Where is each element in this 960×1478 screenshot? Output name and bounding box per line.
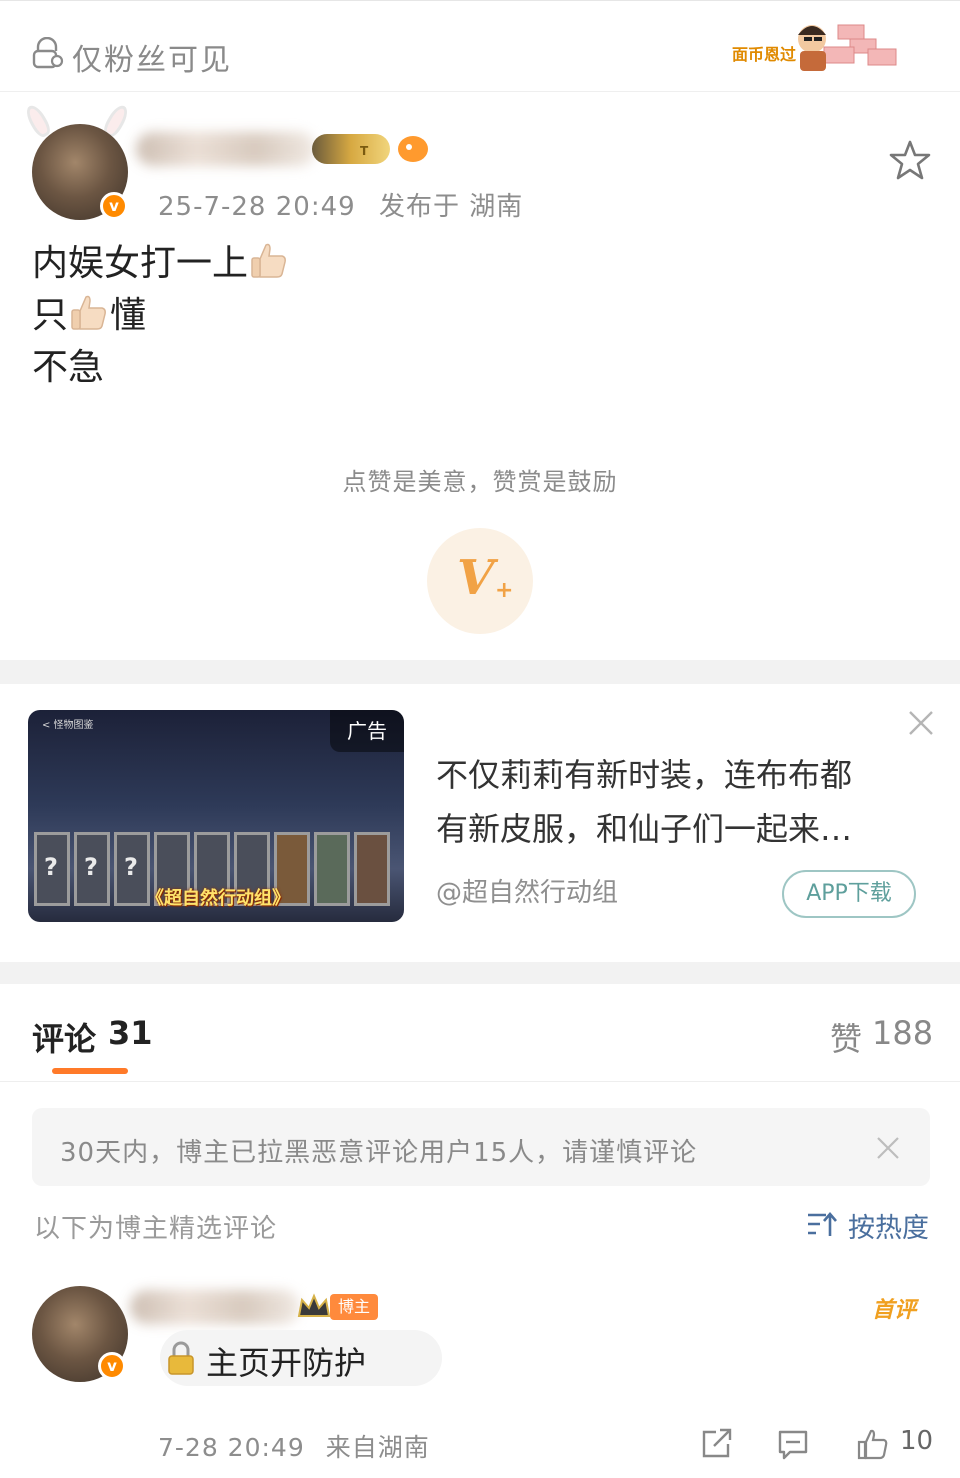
post-timestamp: 25-7-28 20:49	[158, 192, 356, 222]
thumbs-up-emoji-icon	[248, 239, 290, 281]
ad-thumb-topbar: < 怪物图鉴	[42, 720, 94, 731]
panel-mark: ?	[44, 853, 58, 881]
panel-mark: ?	[84, 853, 98, 881]
fans-lock-icon	[32, 37, 64, 69]
post-location: 发布于 湖南	[378, 192, 524, 222]
gallery-panel: ?	[114, 832, 150, 906]
post-line: 内娱女打一上	[32, 238, 290, 290]
section-divider	[0, 962, 960, 984]
verified-badge-icon: v	[98, 1352, 126, 1380]
comment-meta: 7-28 20:49 来自湖南	[158, 1428, 430, 1464]
gallery-panel	[314, 832, 350, 906]
ad-title-line: 有新皮服，和仙子们一起来…	[436, 810, 853, 848]
post-line-text: 懂	[110, 295, 147, 336]
block-notice: 30天内，博主已拉黑恶意评论用户15人，请谨慎评论	[32, 1108, 930, 1186]
reward-plus-icon: +	[495, 578, 514, 603]
sort-icon	[808, 1212, 837, 1236]
author-name-redacted[interactable]	[136, 132, 316, 166]
comment-text: 主页开防护	[206, 1344, 367, 1382]
gallery-panel: ?	[74, 832, 110, 906]
ad-game-title: 《超自然行动组》	[146, 888, 290, 909]
thumb-up-icon[interactable]	[856, 1428, 890, 1460]
post-line: 只懂	[32, 290, 290, 342]
app-download-button[interactable]: APP下载	[782, 870, 916, 918]
comment-count: 31	[108, 1014, 153, 1052]
comment-content: 主页开防护	[160, 1330, 442, 1386]
ad-source[interactable]: @超自然行动组	[436, 872, 618, 909]
ad-thumbnail[interactable]: < 怪物图鉴 广告 ? ? ? 《超自然行动组》	[28, 710, 404, 922]
gallery-panel	[354, 832, 390, 906]
post-line-text: 内娱女打一上	[32, 243, 249, 284]
panel-mark: ?	[124, 853, 138, 881]
star-icon[interactable]	[888, 138, 932, 182]
post-line-text: 不急	[32, 347, 105, 388]
commenter-name-redacted[interactable]	[130, 1290, 300, 1324]
reward-v-icon: V	[457, 550, 495, 606]
tab-likes[interactable]: 赞	[830, 1014, 862, 1060]
thumbs-up-emoji-icon	[68, 291, 110, 333]
comment-icon[interactable]	[776, 1428, 810, 1460]
selected-comments-label: 以下为博主精选评论	[34, 1214, 278, 1244]
tab-comments[interactable]: 评论	[32, 1014, 96, 1060]
share-icon[interactable]	[700, 1428, 734, 1460]
ad-card[interactable]: < 怪物图鉴 广告 ? ? ? 《超自然行动组》 不仅莉莉有新时装，连布布都 有…	[0, 684, 960, 962]
comment-location: 来自湖南	[325, 1433, 430, 1462]
first-comment-tag: 首评	[872, 1298, 917, 1323]
ad-label: 广告	[330, 710, 404, 752]
gallery-panel: ?	[34, 832, 70, 906]
post-meta: 25-7-28 20:49 发布于 湖南	[158, 186, 523, 223]
fan-medal-icon[interactable]	[398, 136, 428, 162]
comment-timestamp: 7-28 20:49	[158, 1433, 305, 1462]
crown-icon	[297, 1293, 331, 1317]
close-icon[interactable]	[874, 1134, 902, 1162]
post-line-text: 只	[32, 295, 69, 336]
comments-tabs: 评论 31 赞 188	[0, 984, 960, 1082]
post-text: 内娱女打一上 只懂 不急	[32, 238, 290, 394]
reward-button[interactable]: V +	[427, 528, 533, 634]
sticker-text: 面币恩过	[732, 45, 797, 64]
membership-badge[interactable]: T	[312, 134, 390, 164]
likes-count: 188	[872, 1014, 934, 1052]
post-line: 不急	[32, 342, 290, 394]
reward-tip: 点赞是美意，赞赏是鼓励	[342, 468, 618, 496]
visibility-bar: 仅粉丝可见 面币恩过	[0, 0, 960, 92]
ad-title[interactable]: 不仅莉莉有新时装，连布布都 有新皮服，和仙子们一起来…	[436, 748, 906, 856]
notice-text: 30天内，博主已拉黑恶意评论用户15人，请谨慎评论	[60, 1138, 698, 1168]
membership-badge-label: T	[360, 144, 369, 158]
comment-item: v 博主 首评 主页开防护 7-28 20:49 来自湖南 10	[0, 1268, 960, 1478]
active-tab-indicator	[52, 1068, 128, 1074]
visibility-label: 仅粉丝可见	[72, 43, 232, 78]
lock-emoji-icon	[168, 1341, 194, 1375]
verified-badge-icon: v	[100, 192, 128, 220]
comment-like-count: 10	[900, 1426, 934, 1456]
post-header: v T 25-7-28 20:49 发布于 湖南	[0, 92, 960, 232]
section-divider	[0, 660, 960, 684]
close-icon[interactable]	[906, 708, 936, 738]
ad-title-line: 不仅莉莉有新时装，连布布都	[436, 756, 853, 794]
host-badge: 博主	[330, 1294, 378, 1320]
sort-label: 按热度	[848, 1213, 929, 1244]
sticker-image: 面币恩过	[728, 19, 900, 75]
